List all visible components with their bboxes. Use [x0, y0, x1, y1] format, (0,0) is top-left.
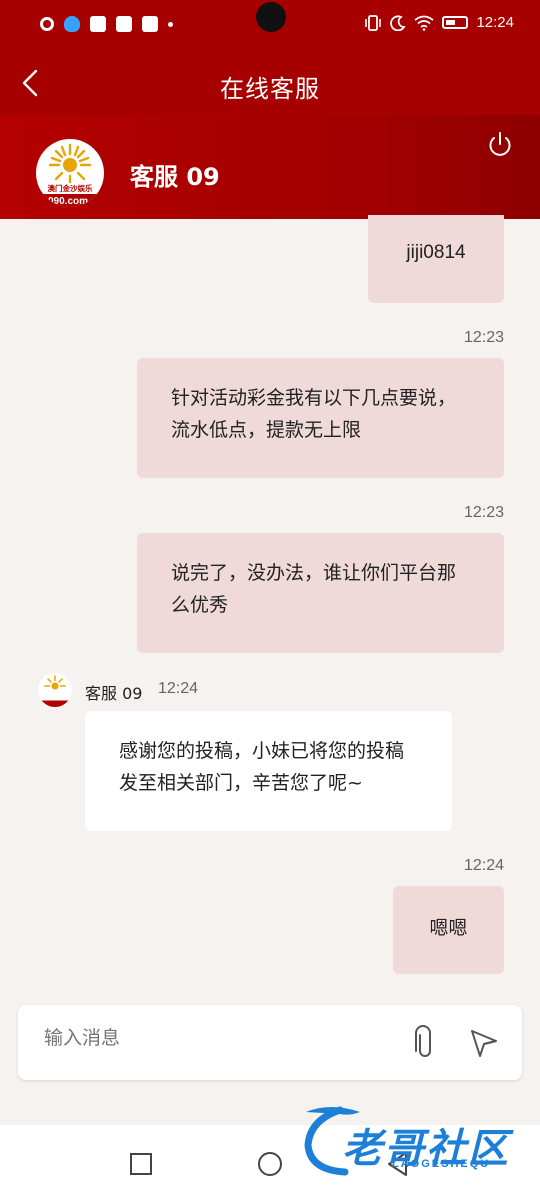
message-text: jiji0814: [406, 242, 466, 263]
sun-logo-icon: [38, 675, 72, 707]
message-input[interactable]: [44, 1027, 384, 1049]
more-notifications-dot: [168, 21, 173, 27]
agent-avatar-small: [38, 673, 72, 707]
message-text: 说完了，没办法，谁让你们平台那么优秀: [171, 562, 457, 616]
home-button[interactable]: [258, 1152, 282, 1176]
status-notifications: [40, 16, 173, 32]
battery-icon: [442, 16, 469, 29]
sender-name: 客服 09: [85, 684, 143, 703]
message-timestamp: 12:23: [463, 504, 504, 521]
qq-icon: [64, 16, 80, 32]
message-bubble-out: 嗯嗯: [393, 886, 504, 974]
agent-header: 澳门金沙娱乐 090.com 客服 09: [0, 115, 540, 219]
watermark: 老哥社区 LAOGESHEQU: [300, 1100, 530, 1180]
attach-button[interactable]: [410, 1025, 440, 1061]
message-timestamp: 12:24: [158, 680, 199, 697]
agent-name: 客服 09: [130, 163, 220, 191]
message-bubble-in: 感谢您的投稿，小妹已将您的投稿发至相关部门，辛苦您了呢~: [85, 711, 452, 831]
send-button[interactable]: [468, 1027, 500, 1059]
logo-domain: 090.com: [48, 196, 88, 207]
status-bar: 12:24: [0, 0, 540, 50]
agent-avatar: 澳门金沙娱乐 090.com: [36, 139, 104, 207]
power-icon: [489, 132, 511, 156]
moon-icon: [390, 15, 407, 31]
end-chat-button[interactable]: [486, 131, 514, 159]
message-text: 感谢您的投稿，小妹已将您的投稿发至相关部门，辛苦您了呢~: [119, 740, 405, 794]
camera-cutout: [256, 2, 286, 32]
baidu-icon: [116, 16, 132, 32]
sun-logo-icon: 澳门金沙娱乐 090.com: [36, 143, 104, 207]
message-composer: [18, 1005, 522, 1080]
top-bar: 12:24 在线客服: [0, 0, 540, 115]
message-text: 嗯嗯: [429, 917, 468, 939]
send-icon: [471, 1030, 497, 1057]
nav-bar: 在线客服: [0, 55, 540, 111]
paperclip-icon: [415, 1025, 431, 1057]
baidu-icon: [90, 16, 106, 32]
chat-area[interactable]: jiji0814 12:23 针对活动彩金我有以下几点要说，流水低点，提款无上限…: [0, 215, 540, 999]
message-timestamp: 12:24: [463, 857, 504, 874]
message-text: 针对活动彩金我有以下几点要说，流水低点，提款无上限: [171, 387, 457, 441]
status-indicators: 12:24: [364, 14, 514, 31]
wifi-icon: [414, 15, 435, 31]
logo-label: 澳门金沙娱乐: [48, 183, 93, 193]
message-bubble-out: 说完了，没办法，谁让你们平台那么优秀: [137, 533, 504, 653]
message-bubble-out: 针对活动彩金我有以下几点要说，流水低点，提款无上限: [137, 358, 504, 478]
recent-apps-button[interactable]: [130, 1153, 152, 1175]
status-time: 12:24: [476, 14, 514, 31]
notification-app-icon: [40, 17, 54, 31]
message-bubble-out: jiji0814: [368, 215, 504, 303]
page-title: 在线客服: [220, 75, 320, 103]
message-timestamp: 12:23: [463, 329, 504, 346]
watermark-subtext: LAOGESHEQU: [392, 1158, 491, 1170]
vibrate-icon: [365, 14, 382, 31]
baidu-icon: [142, 16, 158, 32]
